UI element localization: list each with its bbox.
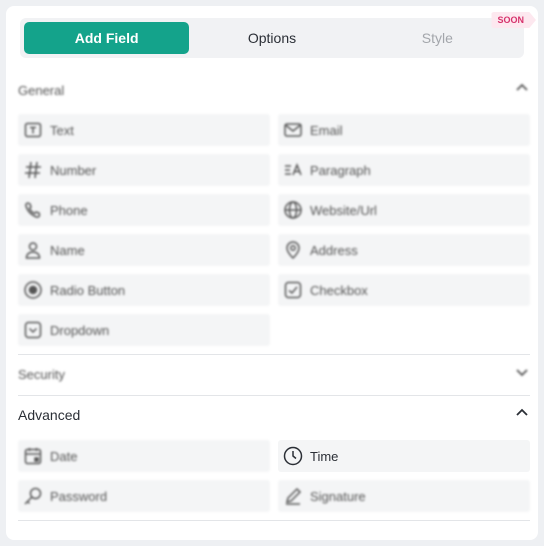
section-advanced-title: Advanced <box>18 407 81 423</box>
field-label: Email <box>310 122 343 138</box>
general-fields-grid: Text Email Number Paragraph Phone Websit… <box>18 114 530 346</box>
tab-options[interactable]: Options <box>189 22 354 54</box>
field-name[interactable]: Name <box>18 234 270 266</box>
globe-icon <box>282 199 304 221</box>
location-pin-icon <box>282 239 304 261</box>
paragraph-icon <box>282 159 304 181</box>
phone-icon <box>22 199 44 221</box>
field-label: Website/Url <box>310 202 377 218</box>
field-label: Date <box>50 448 78 464</box>
section-security-title: Security <box>18 366 65 382</box>
field-time[interactable]: Time <box>278 440 530 472</box>
field-dropdown[interactable]: Dropdown <box>18 314 270 346</box>
field-label: Time <box>310 448 339 464</box>
field-panel: Add Field Options Style SOON General Tex… <box>6 6 538 540</box>
field-signature[interactable]: Signature <box>278 480 530 512</box>
soon-badge: SOON <box>491 12 536 28</box>
calendar-icon <box>22 445 44 467</box>
tab-bar: Add Field Options Style SOON <box>20 12 536 58</box>
field-label: Checkbox <box>310 282 368 298</box>
field-label: Radio Button <box>50 282 126 298</box>
radio-icon <box>22 279 44 301</box>
field-label: Phone <box>50 202 88 218</box>
clock-icon <box>282 445 304 467</box>
field-label: Address <box>310 242 358 258</box>
text-icon <box>22 119 44 141</box>
field-label: Password <box>50 488 108 504</box>
user-icon <box>22 239 44 261</box>
section-general-header[interactable]: General <box>18 70 530 110</box>
section-advanced-header[interactable]: Advanced <box>18 395 530 435</box>
email-icon <box>282 119 304 141</box>
field-email[interactable]: Email <box>278 114 530 146</box>
field-label: Number <box>50 162 97 178</box>
field-paragraph[interactable]: Paragraph <box>278 154 530 186</box>
field-number[interactable]: Number <box>18 154 270 186</box>
divider <box>18 520 530 521</box>
pen-icon <box>282 485 304 507</box>
dropdown-icon <box>22 319 44 341</box>
key-icon <box>22 485 44 507</box>
field-website-url[interactable]: Website/Url <box>278 194 530 226</box>
field-password[interactable]: Password <box>18 480 270 512</box>
chevron-up-icon <box>514 405 530 426</box>
field-phone[interactable]: Phone <box>18 194 270 226</box>
hash-icon <box>22 159 44 181</box>
field-label: Paragraph <box>310 162 371 178</box>
section-security-header[interactable]: Security <box>18 354 530 394</box>
field-label: Dropdown <box>50 322 110 338</box>
field-radio-button[interactable]: Radio Button <box>18 274 270 306</box>
field-address[interactable]: Address <box>278 234 530 266</box>
chevron-down-icon <box>514 364 530 385</box>
checkbox-icon <box>282 279 304 301</box>
tab-add-field[interactable]: Add Field <box>24 22 190 54</box>
field-label: Signature <box>310 488 366 504</box>
field-label: Text <box>50 122 74 138</box>
field-checkbox[interactable]: Checkbox <box>278 274 530 306</box>
field-text[interactable]: Text <box>18 114 270 146</box>
field-date[interactable]: Date <box>18 440 270 472</box>
advanced-fields-grid: Date Time Password Signature <box>18 440 530 512</box>
section-general-title: General <box>18 82 65 98</box>
chevron-up-icon <box>514 80 530 101</box>
field-label: Name <box>50 242 85 258</box>
